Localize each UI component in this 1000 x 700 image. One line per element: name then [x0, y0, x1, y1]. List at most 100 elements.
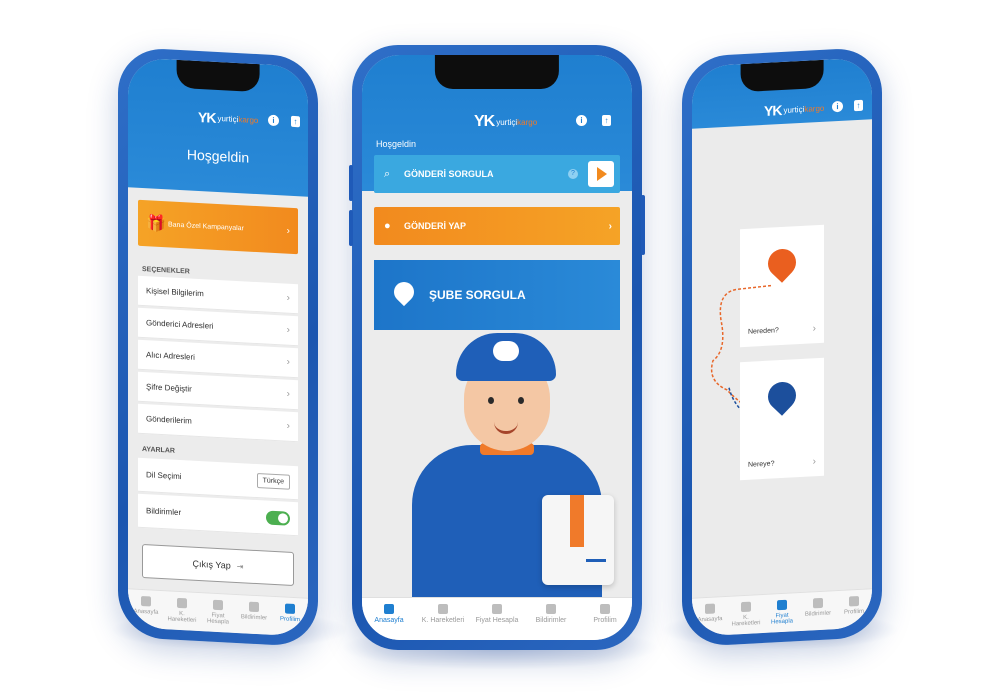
tab-profile[interactable]: Profilim: [272, 597, 308, 637]
tab-label: Profilim: [593, 617, 617, 624]
tab-profile[interactable]: Profilim: [836, 589, 872, 629]
tab-label: Fiyat Hesapla: [770, 612, 793, 626]
grid-icon: [777, 599, 787, 611]
notifications-toggle[interactable]: [266, 510, 290, 526]
info-icon[interactable]: i: [268, 114, 279, 127]
tab-notifications[interactable]: Bildirimler: [800, 591, 836, 631]
logout-button[interactable]: Çıkış Yap ⇥: [142, 544, 294, 586]
play-icon: [597, 167, 607, 181]
page-title: Hoşgeldin: [186, 146, 250, 166]
tab-price[interactable]: Fiyat Hesapla: [470, 598, 524, 640]
notch: [740, 59, 824, 93]
chevron-right-icon: ›: [286, 324, 290, 336]
cap-logo: [493, 341, 519, 361]
language-label: Dil Seçimi: [146, 470, 182, 482]
phone-left: YK yurtiçikargo i ↑ Hoşgeldin 🎁 Bana Öze…: [118, 46, 318, 648]
share-icon[interactable]: ↑: [291, 115, 300, 128]
person-icon: [285, 603, 295, 615]
info-icon[interactable]: i: [832, 100, 843, 113]
to-label: Nereye?: [748, 460, 775, 469]
logo-mark: YK: [474, 113, 495, 130]
tab-movements[interactable]: K. Hareketleri: [164, 591, 200, 631]
send-label: GÖNDERİ YAP: [404, 221, 467, 231]
brand-logo: YK yurtiçikargo: [474, 113, 537, 131]
tab-label: Anasayfa: [133, 608, 159, 616]
tab-label: K. Hareketleri: [167, 610, 197, 624]
tab-price[interactable]: Fiyat Hesapla: [200, 593, 236, 633]
help-icon[interactable]: ?: [568, 169, 578, 179]
home-icon: [141, 595, 151, 607]
option-label: Şifre Değiştir: [146, 382, 192, 394]
person-icon: [600, 604, 610, 614]
language-select[interactable]: Türkçe: [256, 473, 290, 490]
courier-eye-right: [518, 397, 524, 404]
list-icon: [741, 601, 751, 613]
option-label: Gönderici Adresleri: [146, 318, 214, 331]
campaigns-button[interactable]: 🎁 Bana Özel Kampanyalar ›: [138, 199, 298, 255]
option-label: Alıcı Adresleri: [146, 350, 195, 362]
power-button: [641, 195, 645, 255]
notch: [434, 55, 560, 89]
tab-bar: Anasayfa K. Hareketleri Fiyat Hesapla Bi…: [692, 588, 872, 637]
parcel-box: [542, 495, 614, 585]
logo-mark: YK: [198, 108, 216, 126]
tab-notifications[interactable]: Bildirimler: [236, 595, 272, 635]
tab-home[interactable]: Anasayfa: [362, 598, 416, 640]
share-icon[interactable]: ↑: [602, 115, 611, 126]
logout-icon: ⇥: [236, 561, 244, 571]
chevron-right-icon: ›: [286, 356, 290, 368]
search-icon: ⌕: [384, 167, 391, 180]
phone-center: YK yurtiçikargo i ↑ Hoşgeldin ⌕ GÖNDERİ …: [349, 45, 645, 650]
to-card[interactable]: Nereye? ›: [740, 357, 824, 481]
tab-price[interactable]: Fiyat Hesapla: [764, 593, 800, 633]
toggle-knob: [278, 512, 288, 524]
tab-movements[interactable]: K. Hareketleri: [728, 595, 764, 635]
share-icon[interactable]: ↑: [854, 99, 863, 112]
branch-label: ŞUBE SORGULA: [429, 288, 526, 302]
query-submit-button[interactable]: [588, 161, 614, 187]
profile-screen: YK yurtiçikargo i ↑ Hoşgeldin 🎁 Bana Öze…: [128, 57, 308, 637]
tab-movements[interactable]: K. Hareketleri: [416, 598, 470, 640]
brand-logo: YK yurtiçikargo: [198, 109, 258, 128]
info-icon[interactable]: i: [576, 115, 587, 126]
tab-home[interactable]: Anasayfa: [692, 597, 728, 637]
parcel-label: [586, 559, 606, 562]
option-shipments[interactable]: Gönderilerim ›: [138, 403, 298, 443]
chevron-right-icon: ›: [812, 323, 816, 335]
tab-label: Profilim: [843, 608, 864, 616]
parcel-tape: [570, 495, 584, 547]
map-pin-icon: [389, 277, 419, 307]
gift-icon: 🎁: [146, 215, 166, 234]
branch-query-card[interactable]: ŞUBE SORGULA: [374, 260, 620, 330]
send-shipment-card[interactable]: ● GÖNDERİ YAP ›: [374, 207, 620, 245]
notifications-label: Bildirimler: [146, 506, 182, 518]
chevron-right-icon: ›: [608, 220, 612, 232]
tab-label: Bildirimler: [240, 614, 268, 622]
chevron-right-icon: ›: [286, 388, 290, 400]
route-screen: YK yurtiçikargo i ↑ Nereden? › Nereye? ›…: [692, 57, 872, 637]
tab-label: Anasayfa: [697, 616, 723, 624]
logout-label: Çıkış Yap: [192, 558, 231, 571]
home-screen: YK yurtiçikargo i ↑ Hoşgeldin ⌕ GÖNDERİ …: [362, 55, 632, 640]
tab-bar: Anasayfa K. Hareketleri Fiyat Hesapla Bi…: [362, 597, 632, 640]
notch: [176, 59, 260, 93]
greeting-text: Hoşgeldin: [376, 139, 417, 149]
tab-label: Bildirimler: [804, 610, 832, 618]
tab-profile[interactable]: Profilim: [578, 598, 632, 640]
tab-label: Bildirimler: [535, 617, 567, 624]
section-settings-title: AYARLAR: [142, 446, 175, 455]
grid-icon: [492, 604, 502, 614]
section-options-title: SEÇENEKLER: [142, 266, 190, 276]
tab-notifications[interactable]: Bildirimler: [524, 598, 578, 640]
tab-bar: Anasayfa K. Hareketleri Fiyat Hesapla Bi…: [128, 588, 308, 637]
option-label: Gönderilerim: [146, 414, 192, 426]
person-icon: ●: [384, 220, 391, 232]
notifications-row: Bildirimler: [138, 493, 298, 537]
tab-home[interactable]: Anasayfa: [128, 589, 164, 629]
query-shipment-card[interactable]: ⌕ GÖNDERİ SORGULA ?: [374, 155, 620, 193]
tab-label: K. Hareketleri: [421, 617, 465, 624]
option-label: Kişisel Bilgilerim: [146, 286, 204, 299]
phone-right: YK yurtiçikargo i ↑ Nereden? › Nereye? ›…: [682, 46, 882, 648]
logo-text: yurtiçikargo: [217, 113, 259, 125]
list-icon: [438, 604, 448, 614]
